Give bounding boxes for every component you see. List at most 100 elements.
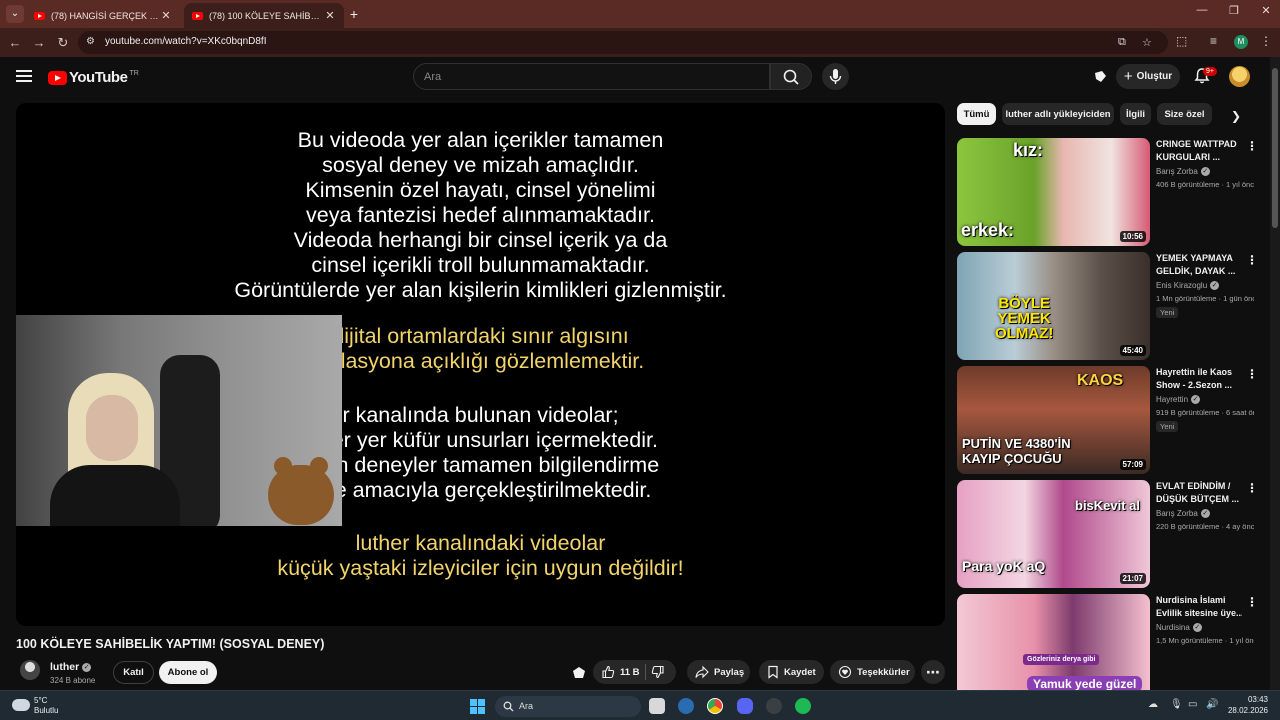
onedrive-cloud-icon[interactable]: ☁ xyxy=(1148,699,1158,710)
recommendation-menu-icon[interactable]: ⋮ xyxy=(1246,482,1258,494)
channel-avatar[interactable] xyxy=(20,660,40,680)
webcam-person-face xyxy=(86,395,138,461)
reading-list-icon[interactable]: ≡ xyxy=(1210,34,1217,48)
video-duration: 10:56 xyxy=(1119,231,1146,242)
logo-country-code: TR xyxy=(129,70,139,77)
recommendation-thumbnail[interactable]: Gözleriniz derya gibi Yamuk yede güzel xyxy=(957,594,1150,690)
thanks-button[interactable]: Teşekkürler xyxy=(830,660,915,684)
recommendation-channel[interactable]: Enis Kirazoglu ✓ xyxy=(1156,281,1220,291)
video-player[interactable]: Bu videoda yer alan içerikler tamamen sos… xyxy=(16,103,945,626)
save-button[interactable]: Kaydet xyxy=(759,660,824,684)
url-text: youtube.com/watch?v=XKc0bqnD8fI xyxy=(105,36,267,47)
chip-all[interactable]: Tümü xyxy=(957,103,996,125)
recommendation-menu-icon[interactable]: ⋮ xyxy=(1246,254,1258,266)
chip-related[interactable]: İlgili xyxy=(1120,103,1151,125)
menu-hamburger-icon[interactable] xyxy=(16,70,32,82)
recommendation-thumbnail[interactable]: kız: erkek: 10:56 xyxy=(957,138,1150,246)
recommendation-title[interactable]: Hayrettin ile Kaos Show - 2.Sezon ... xyxy=(1156,366,1242,391)
recommendation-channel[interactable]: Hayrettin ✓ xyxy=(1156,395,1201,405)
recommendation-thumbnail[interactable]: bisKevit al Para yoK aQ 21:07 xyxy=(957,480,1150,588)
browser-menu-icon[interactable]: ⋮ xyxy=(1260,34,1272,48)
recommendation-title[interactable]: Nurdisina İslami Evlilik sitesine üye... xyxy=(1156,594,1242,619)
overlay-text-line: Bu videoda yer alan içerikler tamamen xyxy=(297,128,664,152)
search-button[interactable] xyxy=(770,63,812,90)
like-dislike-group: 11 B xyxy=(593,660,676,684)
discord-app-icon[interactable] xyxy=(737,698,753,714)
network-icon[interactable]: ▭ xyxy=(1188,699,1197,710)
clock-time[interactable]: 03:43 xyxy=(1228,695,1268,704)
recommendation-thumbnail[interactable]: KAOS PUTİN VE 4380'İN KAYIP ÇOCUĞU 57:09 xyxy=(957,366,1150,474)
user-avatar[interactable] xyxy=(1229,66,1250,87)
profile-avatar[interactable]: M xyxy=(1234,35,1248,49)
clock-date[interactable]: 28.02.2026 xyxy=(1220,706,1268,715)
recommendation-channel[interactable]: Barış Zorba ✓ xyxy=(1156,509,1210,519)
close-tab-icon[interactable]: ✕ xyxy=(160,9,172,22)
browser-tab-active[interactable]: (78) 100 KÖLEYE SAHİBELİK YAP ✕ xyxy=(184,3,344,28)
close-tab-icon[interactable]: ✕ xyxy=(324,9,336,22)
spotify-app-icon[interactable] xyxy=(795,698,811,714)
join-button[interactable]: Katıl xyxy=(113,661,154,684)
extensions-icon[interactable]: ⬚ xyxy=(1176,34,1187,48)
search-input[interactable] xyxy=(424,71,744,83)
site-info-icon[interactable]: ⚙ xyxy=(86,36,95,47)
volume-icon[interactable]: 🔊 xyxy=(1206,699,1218,710)
back-icon[interactable]: ← xyxy=(6,34,24,52)
recommendation-title[interactable]: CRINGE WATTPAD KURGULARI ... xyxy=(1156,138,1242,163)
microphone-tray-icon[interactable]: 🎙 xyxy=(1170,699,1183,710)
bookmark-icon xyxy=(768,665,778,679)
window-close-icon[interactable]: ✕ xyxy=(1256,4,1276,17)
recommendation-title[interactable]: YEMEK YAPMAYA GELDİK, DAYAK ... xyxy=(1156,252,1242,277)
title-line: EVLAT EDİNDİM / xyxy=(1156,481,1231,491)
recommendation-channel[interactable]: Barış Zorba ✓ xyxy=(1156,167,1210,177)
like-count[interactable]: 11 B xyxy=(620,667,640,678)
new-tab-icon[interactable]: + xyxy=(346,5,362,23)
chrome-app-icon[interactable] xyxy=(707,698,723,714)
weather-temperature[interactable]: 5°C xyxy=(34,696,47,705)
channel-name[interactable]: luther ✓ xyxy=(50,661,92,673)
recommendation-title[interactable]: EVLAT EDİNDİM / DÜŞÜK BÜTÇEM ... xyxy=(1156,480,1242,505)
teddy-bear xyxy=(268,457,334,525)
voice-search-button[interactable] xyxy=(822,63,849,90)
chip-for-you[interactable]: Size özel xyxy=(1157,103,1212,125)
youtube-logo[interactable]: YouTube TR xyxy=(48,69,139,86)
steam-app-icon[interactable] xyxy=(766,698,782,714)
more-actions-icon[interactable]: ⋯ xyxy=(921,660,945,684)
restore-icon[interactable]: ❐ xyxy=(1224,4,1244,17)
chevron-right-icon[interactable]: ❯ xyxy=(1231,109,1241,123)
recommendation-thumbnail[interactable]: BÖYLE YEMEK OLMAZ! 45:40 xyxy=(957,252,1150,360)
create-button[interactable]: + Oluştur xyxy=(1116,64,1180,89)
share-button[interactable]: Paylaş xyxy=(687,660,750,684)
taskbar-search[interactable]: Ara xyxy=(495,696,641,717)
weather-description[interactable]: Bulutlu xyxy=(34,706,58,715)
cloud-weather-icon[interactable] xyxy=(12,699,30,711)
install-app-icon[interactable]: ⧉ xyxy=(1118,36,1126,49)
recommendation-menu-icon[interactable]: ⋮ xyxy=(1246,368,1258,380)
tab-search-menu-icon[interactable]: ⌄ xyxy=(6,5,24,23)
address-bar[interactable]: ⚙ youtube.com/watch?v=XKc0bqnD8fI ⧉ ☆ xyxy=(78,31,1168,54)
task-view-icon[interactable] xyxy=(649,698,665,714)
settings-app-icon[interactable] xyxy=(678,698,694,714)
webcam-person-body xyxy=(50,465,180,526)
bookmark-star-icon[interactable]: ☆ xyxy=(1142,36,1152,49)
chip-from-uploader[interactable]: luther adlı yükleyiciden xyxy=(1002,103,1114,125)
create-label: Oluştur xyxy=(1136,71,1173,82)
search-box[interactable] xyxy=(413,63,770,90)
recommendation-menu-icon[interactable]: ⋮ xyxy=(1246,140,1258,152)
reload-icon[interactable]: ↻ xyxy=(54,34,72,52)
recommendation-menu-icon[interactable]: ⋮ xyxy=(1246,596,1258,608)
recommendation-channel[interactable]: Nurdisina ✓ xyxy=(1156,623,1202,633)
windows-start-icon[interactable] xyxy=(470,699,485,714)
title-line: YEMEK YAPMAYA xyxy=(1156,253,1233,263)
forward-icon[interactable]: → xyxy=(30,34,48,52)
dislike-thumb-down-icon[interactable] xyxy=(651,665,665,679)
new-badge: Yeni xyxy=(1156,307,1179,318)
scrollbar-thumb[interactable] xyxy=(1272,68,1278,228)
minimize-icon[interactable]: — xyxy=(1192,4,1212,16)
video-duration: 57:09 xyxy=(1119,459,1146,470)
cast-icon[interactable] xyxy=(1093,69,1108,84)
ask-ai-icon[interactable] xyxy=(571,665,587,681)
subscribe-button[interactable]: Abone ol xyxy=(159,661,217,684)
subscriber-count: 324 B abone xyxy=(50,676,96,685)
browser-tab-inactive[interactable]: (78) HANGİSİ GERÇEK STAND-U ✕ xyxy=(26,3,180,28)
like-thumb-up-icon[interactable] xyxy=(601,665,615,679)
